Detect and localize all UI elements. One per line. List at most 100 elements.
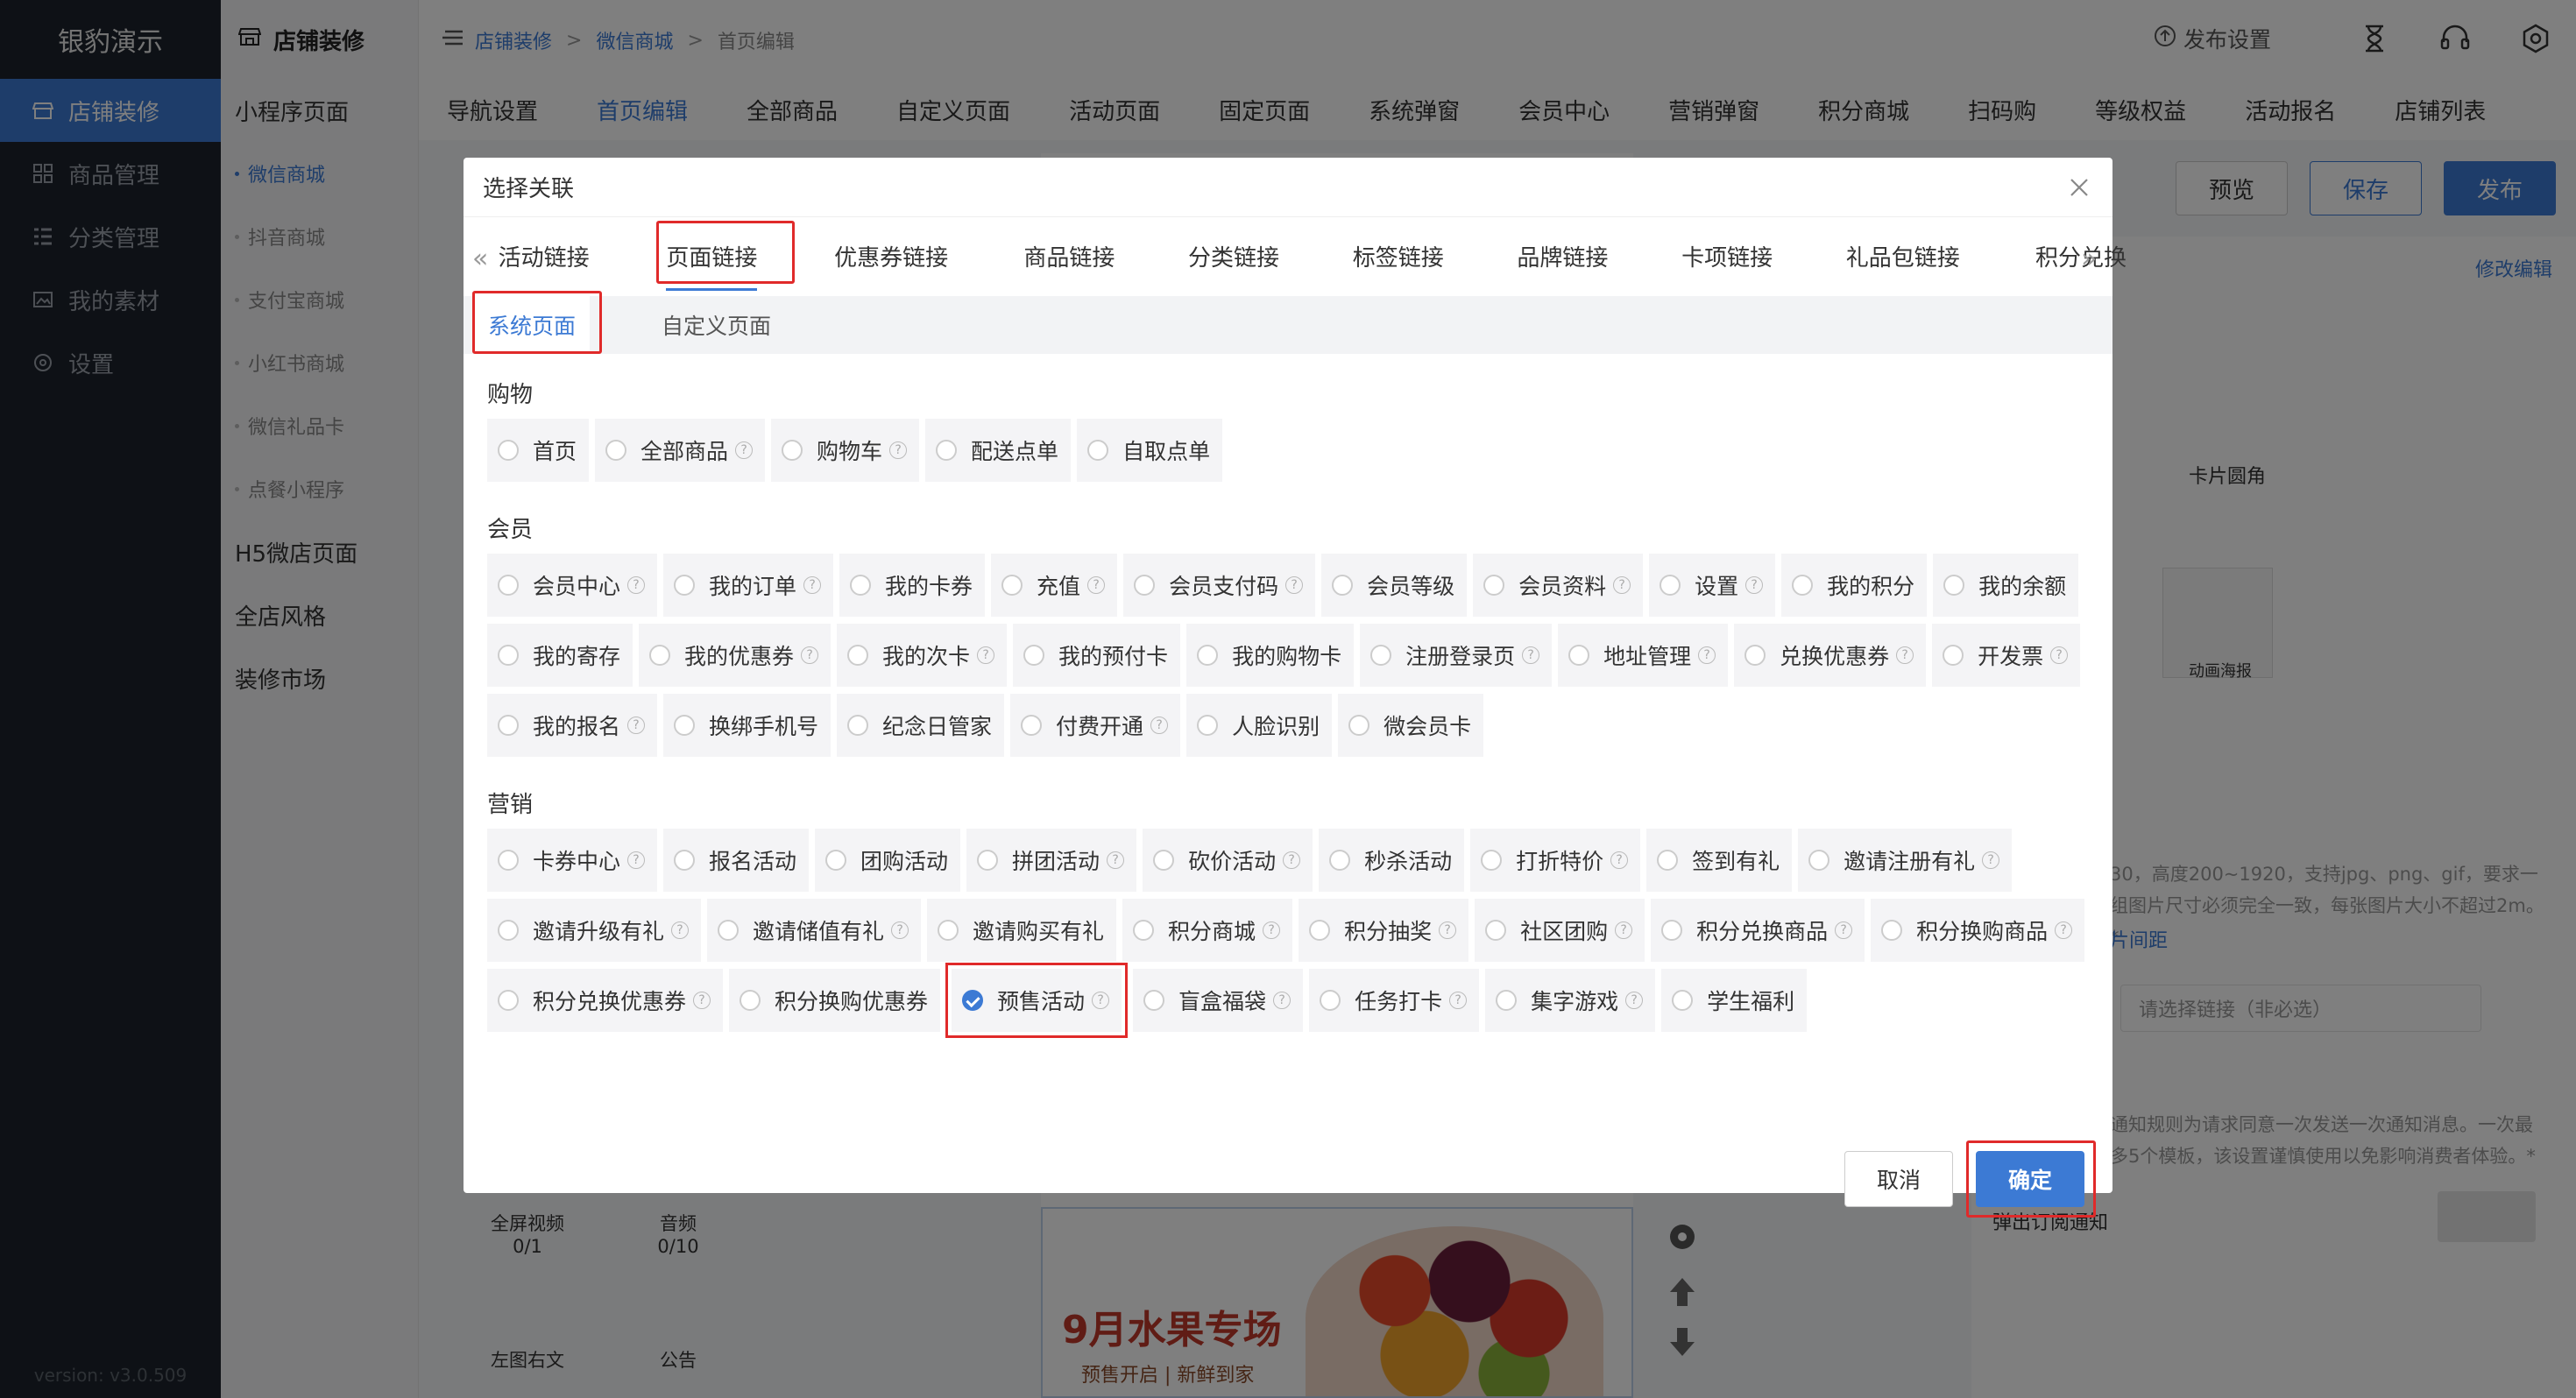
chevron-right-icon[interactable]: » [2081,244,2097,274]
link-tab[interactable]: 页面链接 [666,217,758,294]
radio-icon[interactable] [1329,850,1351,871]
radio-icon[interactable] [498,990,519,1011]
radio-icon[interactable] [1197,715,1219,736]
radio-icon[interactable] [1320,990,1341,1011]
page-option[interactable]: 学生福利 [1661,969,1808,1032]
help-icon[interactable]: ? [1449,992,1468,1009]
page-option[interactable]: 我的订单? [663,554,834,617]
cancel-button[interactable]: 取消 [1844,1151,1953,1207]
radio-icon[interactable] [1661,920,1683,941]
help-icon[interactable]: ? [1150,717,1169,734]
help-icon[interactable]: ? [889,441,908,459]
radio-icon[interactable] [498,920,519,941]
page-option[interactable]: 我的余额 [1933,554,2079,617]
help-icon[interactable]: ? [891,921,909,939]
help-icon[interactable]: ? [1613,576,1631,594]
page-option[interactable]: 邀请注册有礼? [1798,829,2013,892]
page-option[interactable]: 社区团购? [1475,899,1645,962]
radio-icon[interactable] [674,575,696,596]
page-option[interactable]: 充值? [991,554,1118,617]
tab-system-pages[interactable]: 系统页面 [474,296,591,354]
radio-icon[interactable] [1134,575,1156,596]
radio-icon[interactable] [1021,715,1043,736]
help-icon[interactable]: ? [1283,851,1301,869]
radio-icon[interactable] [1660,575,1681,596]
page-option[interactable]: 兑换优惠券? [1734,624,1927,687]
radio-icon[interactable] [1001,575,1023,596]
radio-icon[interactable] [1153,850,1175,871]
radio-icon[interactable] [498,440,519,461]
page-option[interactable]: 注册登录页? [1360,624,1553,687]
radio-icon[interactable] [498,645,519,666]
page-option[interactable]: 拼团活动? [966,829,1137,892]
link-tab[interactable]: 品牌链接 [1517,217,1608,294]
page-option[interactable]: 会员等级 [1321,554,1468,617]
radio-icon[interactable] [1808,850,1830,871]
help-icon[interactable]: ? [1610,851,1629,869]
radio-icon[interactable] [1485,920,1507,941]
page-option[interactable]: 会员资料? [1473,554,1644,617]
page-option[interactable]: 人脸识别 [1186,694,1333,757]
page-option[interactable]: 纪念日管家 [837,694,1005,757]
help-icon[interactable]: ? [1625,992,1644,1009]
page-option[interactable]: 我的次卡? [837,624,1008,687]
radio-icon[interactable] [1370,645,1392,666]
page-option[interactable]: 积分换购优惠券 [729,969,941,1032]
help-icon[interactable]: ? [627,576,646,594]
radio-icon[interactable] [936,440,958,461]
link-tab[interactable]: 活动链接 [499,217,590,294]
radio-icon[interactable] [1483,575,1505,596]
help-icon[interactable]: ? [1522,646,1540,664]
page-option[interactable]: 全部商品? [595,419,766,482]
help-icon[interactable]: ? [1896,646,1914,664]
help-icon[interactable]: ? [1285,576,1304,594]
help-icon[interactable]: ? [1087,576,1106,594]
page-option[interactable]: 打折特价? [1470,829,1641,892]
radio-icon[interactable] [1309,920,1331,941]
radio-icon[interactable] [977,850,999,871]
page-option[interactable]: 积分兑换优惠券? [487,969,724,1032]
radio-icon[interactable] [847,645,869,666]
help-icon[interactable]: ? [1107,851,1125,869]
help-icon[interactable]: ? [977,646,995,664]
page-option[interactable]: 我的报名? [487,694,658,757]
radio-icon[interactable] [1943,575,1965,596]
page-option[interactable]: 自取点单 [1077,419,1223,482]
page-option[interactable]: 会员支付码? [1123,554,1316,617]
radio-icon[interactable] [674,715,696,736]
link-tab[interactable]: 分类链接 [1188,217,1279,294]
page-option[interactable]: 换绑手机号 [663,694,832,757]
radio-icon[interactable] [740,990,761,1011]
page-option[interactable]: 我的寄存 [487,624,633,687]
page-option[interactable]: 盲盒福袋? [1133,969,1304,1032]
tab-custom-pages[interactable]: 自定义页面 [648,296,785,354]
radio-icon[interactable] [1143,990,1165,1011]
help-icon[interactable]: ? [1835,921,1853,939]
page-option[interactable]: 积分商城? [1122,899,1293,962]
help-icon[interactable]: ? [801,646,819,664]
radio-icon[interactable] [1657,850,1679,871]
page-option[interactable]: 我的购物卡 [1186,624,1355,687]
page-option[interactable]: 设置? [1649,554,1776,617]
radio-icon[interactable] [825,850,847,871]
page-option[interactable]: 邀请购买有礼 [927,899,1117,962]
close-icon[interactable] [2067,175,2091,200]
page-option[interactable]: 邀请升级有礼? [487,899,702,962]
page-option[interactable]: 我的预付卡 [1013,624,1181,687]
help-icon[interactable]: ? [2050,646,2069,664]
help-icon[interactable]: ? [693,992,711,1009]
page-option[interactable]: 报名活动 [663,829,810,892]
help-icon[interactable]: ? [2055,921,2073,939]
help-icon[interactable]: ? [803,576,822,594]
help-icon[interactable]: ? [1092,992,1110,1009]
help-icon[interactable]: ? [1745,576,1764,594]
page-option[interactable]: 付费开通? [1010,694,1181,757]
radio-icon[interactable] [850,575,872,596]
radio-icon[interactable] [605,440,627,461]
page-option[interactable]: 砍价活动? [1143,829,1313,892]
radio-icon[interactable] [1481,850,1503,871]
radio-icon[interactable] [1568,645,1590,666]
help-icon[interactable]: ? [627,851,646,869]
page-option[interactable]: 开发票? [1932,624,2081,687]
radio-icon[interactable] [1744,645,1766,666]
